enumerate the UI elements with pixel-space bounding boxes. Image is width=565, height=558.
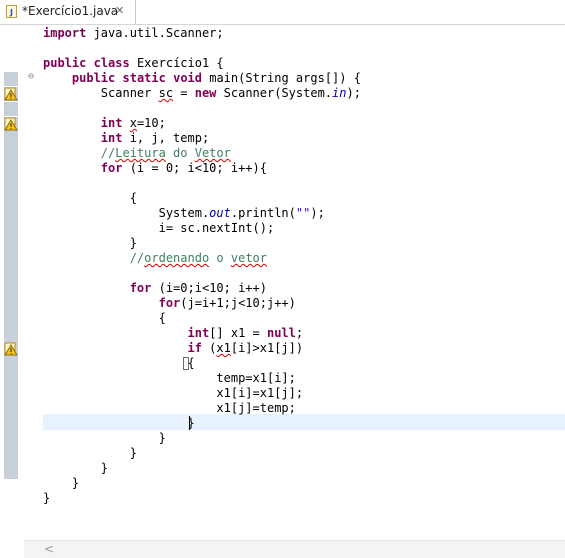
code-line-8: int i, j, temp; bbox=[100, 131, 210, 145]
code-line-12: { bbox=[43, 191, 137, 205]
code-line-10: for (i = 0; i<10; i++){ bbox=[100, 161, 267, 175]
code-line-4: public static void main(String args[]) { bbox=[71, 71, 361, 85]
quick-diff-change-bar bbox=[4, 102, 18, 116]
code-line-30: } bbox=[43, 461, 109, 475]
code-line-26: x1[j]=temp; bbox=[43, 401, 296, 415]
code-line-13: System.out.println(""); bbox=[43, 206, 325, 220]
code-line-20: { bbox=[43, 311, 166, 325]
code-line-3: public class Exercício1 { bbox=[43, 56, 224, 70]
tab-exercicio1-java[interactable]: J *Exercício1.java ✕ bbox=[0, 0, 136, 24]
close-icon[interactable]: ✕ bbox=[115, 4, 124, 17]
code-line-29: } bbox=[43, 446, 137, 460]
code-line-9-comment: //Leitura do Vetor bbox=[100, 146, 231, 160]
code-line-16-comment: //ordenando o vetor bbox=[129, 251, 267, 265]
code-line-31: } bbox=[43, 476, 80, 490]
code-line-19: for(j=i+1;j<10;j++) bbox=[158, 296, 296, 310]
code-line-15: } bbox=[43, 236, 137, 250]
svg-text:J: J bbox=[9, 8, 13, 17]
warning-marker-icon[interactable] bbox=[4, 342, 18, 356]
quick-diff-ruler bbox=[0, 25, 24, 540]
code-line-22: if (x1[i]>x1[j]) bbox=[187, 341, 304, 355]
java-file-icon: J bbox=[6, 5, 17, 18]
tab-title: *Exercício1.java bbox=[22, 4, 119, 18]
quick-diff-change-bar bbox=[4, 117, 18, 479]
code-line-24: temp=x1[i]; bbox=[43, 371, 296, 385]
text-caret bbox=[189, 416, 190, 430]
warning-marker-icon[interactable] bbox=[4, 87, 18, 101]
scroll-left-icon[interactable]: < bbox=[44, 542, 54, 556]
code-line-14: i= sc.nextInt(); bbox=[43, 221, 275, 235]
code-line-32: } bbox=[43, 491, 51, 505]
matching-bracket-highlight bbox=[183, 357, 189, 370]
warning-marker-icon[interactable] bbox=[4, 117, 18, 131]
code-line-1: import java.util.Scanner; bbox=[43, 26, 224, 40]
code-line-21: int[] x1 = null; bbox=[187, 326, 304, 340]
quick-diff-change-bar bbox=[4, 72, 18, 86]
code-line-7: int x=10; bbox=[100, 116, 166, 130]
code-line-27-current: } bbox=[187, 416, 195, 430]
code-line-18: for (i=0;i<10; i++) bbox=[129, 281, 267, 295]
horizontal-scrollbar[interactable]: < bbox=[24, 540, 565, 558]
code-editor[interactable]: import java.util.Scanner; public class E… bbox=[43, 25, 565, 540]
fold-collapse-icon[interactable]: ⊖ bbox=[28, 71, 34, 82]
editor-tab-bar: J *Exercício1.java ✕ bbox=[0, 0, 565, 25]
code-line-25: x1[i]=x1[j]; bbox=[43, 386, 304, 400]
code-line-5: Scanner sc = new Scanner(System.in); bbox=[43, 86, 361, 100]
code-line-28: } bbox=[43, 431, 166, 445]
code-line-23: { bbox=[187, 356, 195, 370]
